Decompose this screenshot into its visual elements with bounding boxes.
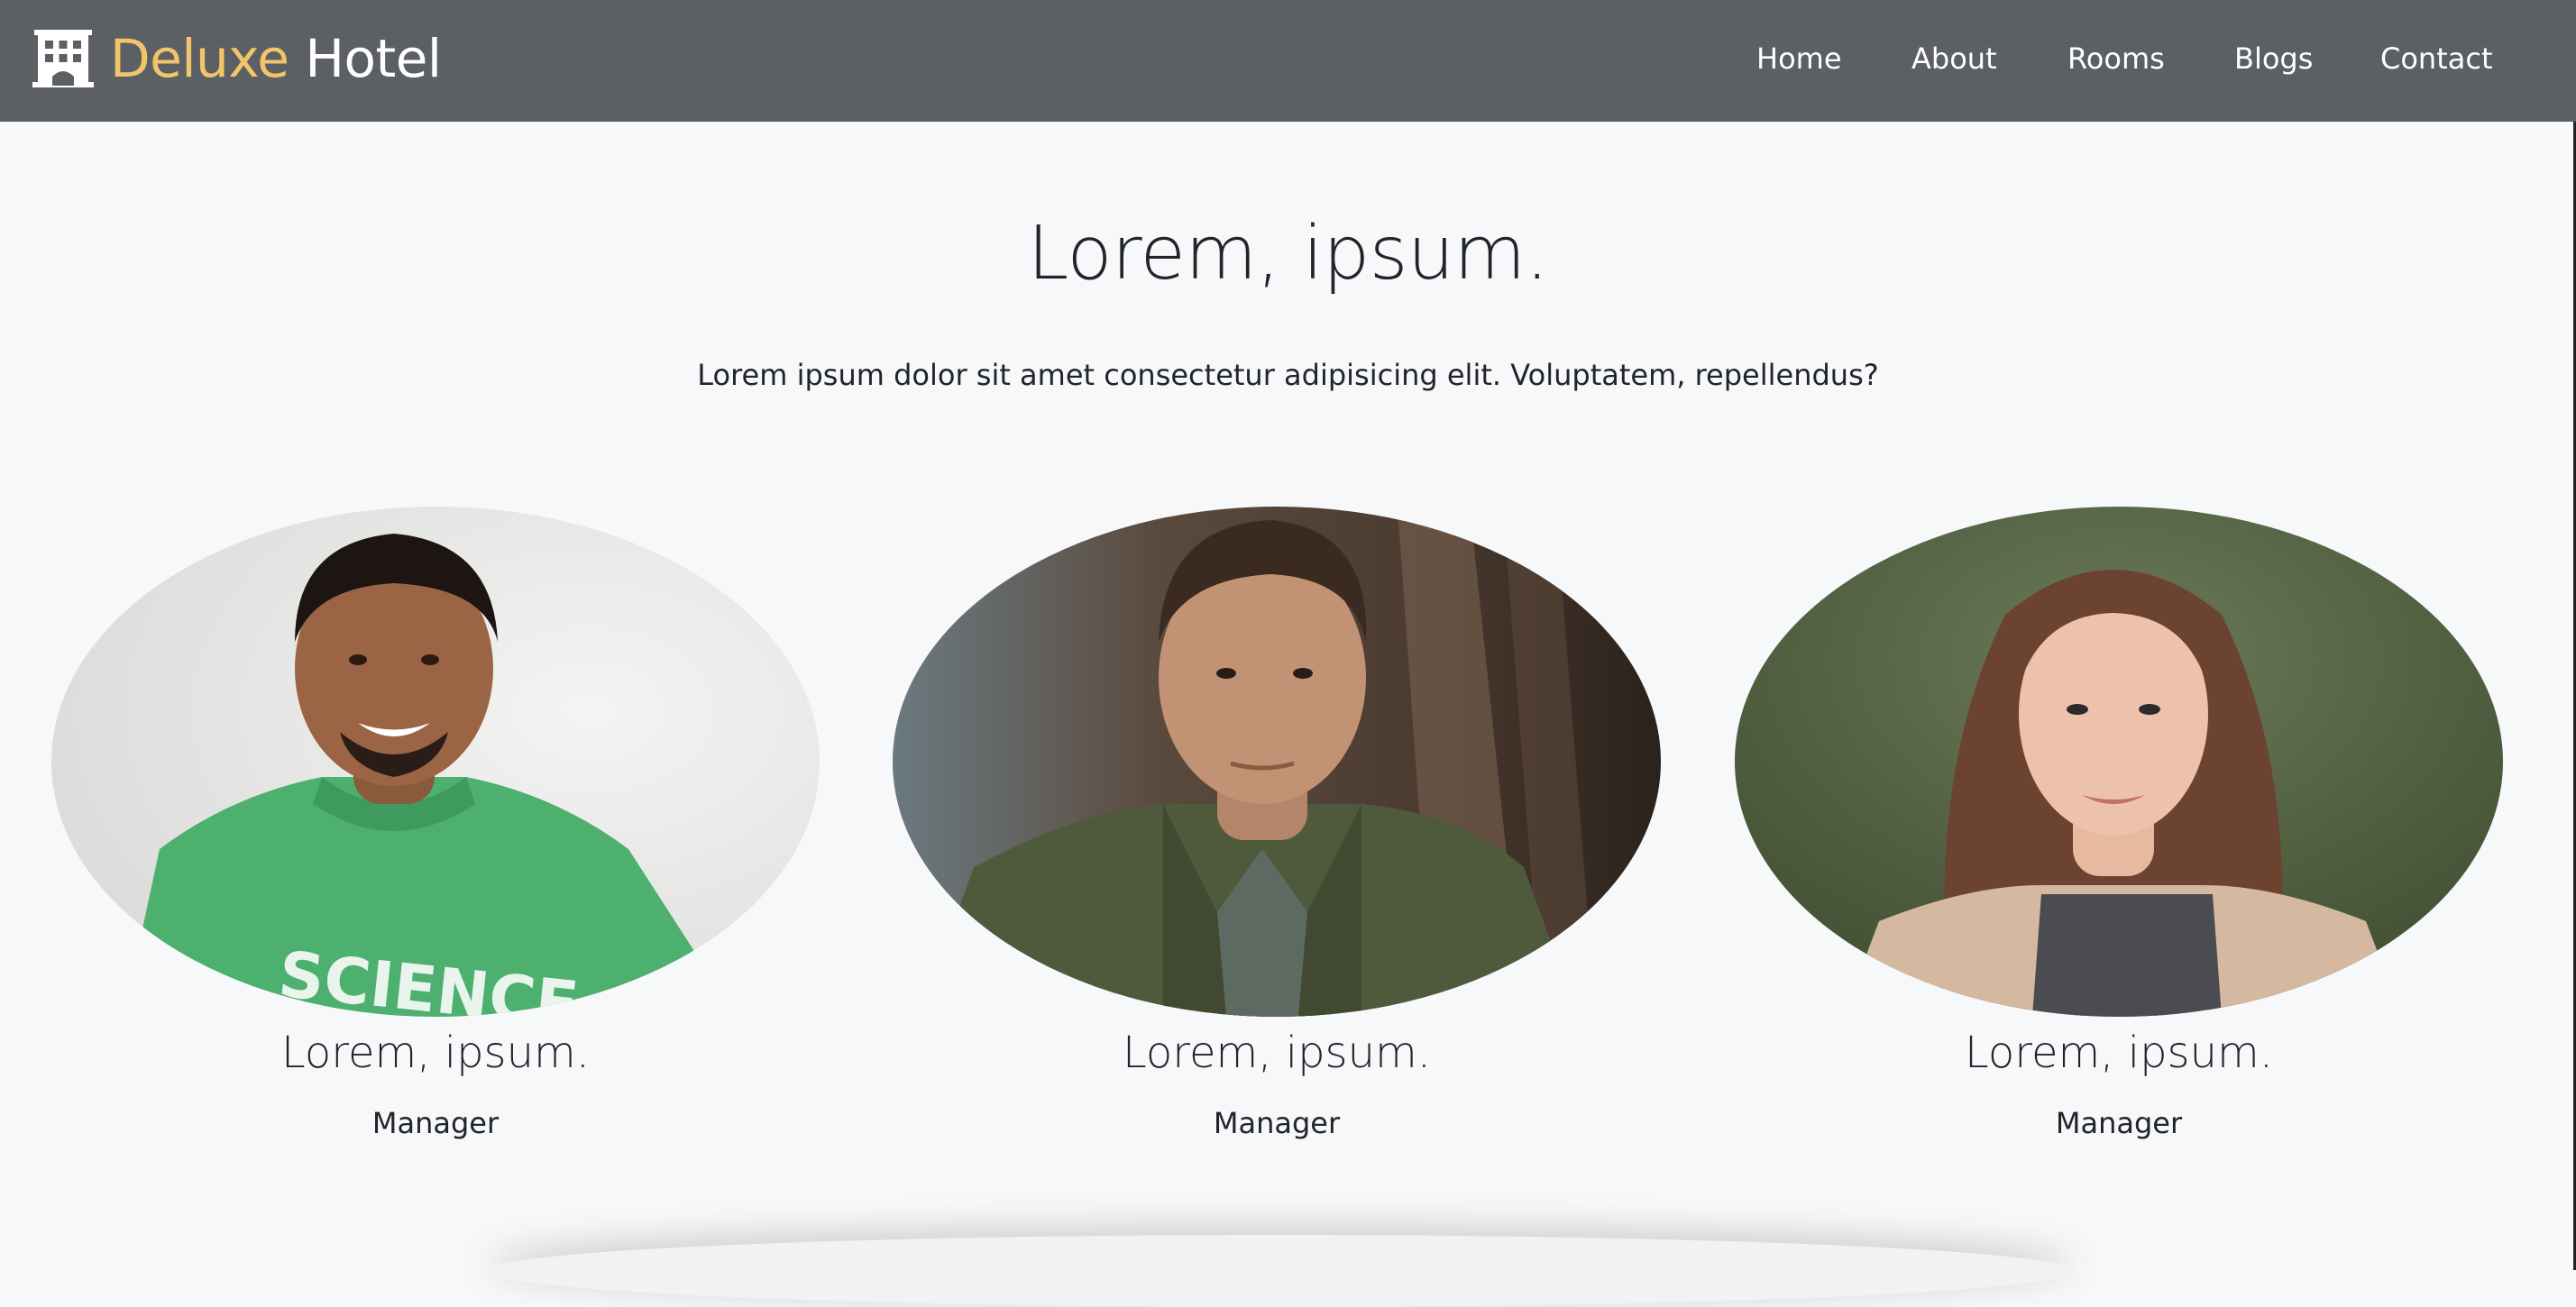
team-member-name: Lorem, ipsum.: [1123, 1028, 1431, 1078]
nav-link-rooms[interactable]: Rooms: [2067, 40, 2165, 78]
nav-link-blogs[interactable]: Blogs: [2234, 40, 2313, 78]
navbar: Deluxe Hotel Home About Rooms Blogs Cont…: [0, 0, 2576, 122]
section-title: Lorem, ipsum.: [1027, 211, 1549, 297]
team-photo: [1735, 507, 2503, 1017]
brand-logo-link[interactable]: Deluxe Hotel: [32, 27, 442, 90]
team-member-name: Lorem, ipsum.: [281, 1028, 590, 1078]
brand-name-accent: Deluxe: [110, 28, 289, 89]
portrait-image: [893, 507, 1661, 1017]
team-member-name: Lorem, ipsum.: [1965, 1028, 2273, 1078]
team-card: Lorem, ipsum. Manager: [1735, 507, 2503, 1140]
portrait-image: SCIENCE: [51, 507, 820, 1017]
brand-name: Deluxe Hotel: [110, 27, 442, 90]
brand-name-rest: Hotel: [289, 28, 442, 89]
next-section-edge: [487, 1235, 2074, 1307]
team-card: Lorem, ipsum. Manager: [893, 507, 1661, 1140]
nav-link-about[interactable]: About: [1911, 40, 1997, 78]
team-photo: SCIENCE: [51, 507, 820, 1017]
hotel-building-icon: [32, 30, 94, 87]
team-member-role: Manager: [2055, 1106, 2183, 1140]
section-subtitle: Lorem ipsum dolor sit amet consectetur a…: [697, 358, 1879, 392]
team-photo: [893, 507, 1661, 1017]
portrait-image: [1735, 507, 2503, 1017]
nav-link-contact[interactable]: Contact: [2380, 40, 2493, 78]
nav-link-home[interactable]: Home: [1756, 40, 1842, 78]
team-member-role: Manager: [1213, 1106, 1341, 1140]
team-member-role: Manager: [371, 1106, 500, 1140]
team-card: SCIENCE Lorem, ipsum. Manager: [51, 507, 820, 1140]
